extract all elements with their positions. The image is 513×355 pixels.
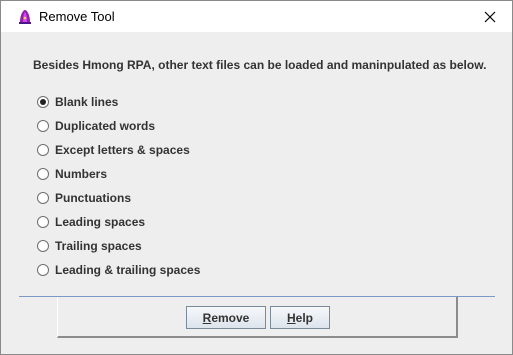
help-mnemonic: H [286, 310, 296, 325]
option-except-letters-spaces[interactable]: Except letters & spaces [37, 142, 190, 158]
radio-button[interactable] [37, 120, 49, 132]
option-label: Leading & trailing spaces [55, 263, 201, 277]
option-label: Numbers [55, 167, 108, 181]
option-label: Blank lines [55, 95, 119, 109]
help-label-rest: elp [295, 310, 313, 325]
radio-button[interactable] [37, 240, 49, 252]
remove-label-rest: emove [211, 310, 250, 325]
close-icon [484, 11, 495, 22]
help-button[interactable]: Help [270, 306, 330, 329]
option-label: Punctuations [55, 191, 132, 205]
remove-mnemonic: R [202, 310, 212, 325]
remove-tool-window: Remove Tool Besides Hmong RPA, other tex… [0, 0, 513, 355]
option-numbers[interactable]: Numbers [37, 166, 107, 182]
app-icon [17, 9, 33, 25]
remove-button[interactable]: Remove [186, 306, 266, 329]
option-label: Except letters & spaces [55, 143, 190, 157]
option-punctuations[interactable]: Punctuations [37, 190, 131, 206]
radio-button[interactable] [37, 144, 49, 156]
radio-button[interactable] [37, 168, 49, 180]
option-label: Leading spaces [55, 215, 146, 229]
window-title: Remove Tool [39, 9, 115, 24]
option-blank-lines[interactable]: Blank lines [37, 94, 118, 110]
button-panel: Remove Help [57, 297, 458, 338]
radio-button[interactable] [37, 216, 49, 228]
option-duplicated-words[interactable]: Duplicated words [37, 118, 155, 134]
description-text: Besides Hmong RPA, other text files can … [33, 58, 487, 72]
option-leading-spaces[interactable]: Leading spaces [37, 214, 145, 230]
option-label: Duplicated words [55, 119, 156, 133]
close-button[interactable] [467, 1, 512, 32]
option-label: Trailing spaces [55, 239, 142, 253]
dialog-content: Besides Hmong RPA, other text files can … [9, 32, 504, 346]
option-trailing-spaces[interactable]: Trailing spaces [37, 238, 142, 254]
radio-button[interactable] [37, 192, 49, 204]
radio-button-selected[interactable] [37, 96, 49, 108]
title-bar[interactable]: Remove Tool [1, 1, 512, 32]
radio-button[interactable] [37, 264, 49, 276]
option-leading-trailing-spaces[interactable]: Leading & trailing spaces [37, 262, 200, 278]
